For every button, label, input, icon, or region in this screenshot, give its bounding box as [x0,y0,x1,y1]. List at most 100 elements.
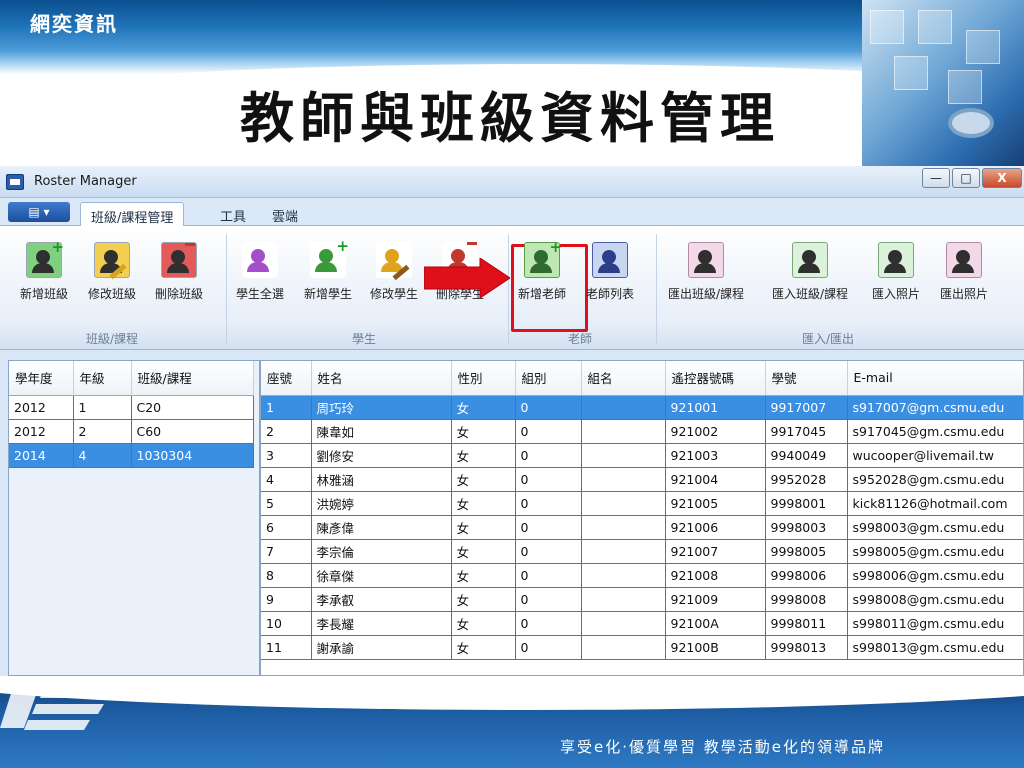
table-cell [581,467,666,492]
add-student-button[interactable]: + 新增學生 [304,237,352,302]
select-all-students-icon [242,242,278,278]
table-row[interactable]: 5 洪婉婷女 0 921005 9998001 kick81126@hotmail.com [261,491,1023,516]
column-header[interactable]: 性別 [451,361,516,396]
edit-class-button[interactable]: 修改班級 [88,242,136,302]
table-cell: s917007@gm.csmu.edu [847,395,1023,420]
column-header[interactable]: 遙控器號碼 [665,361,766,396]
tab-cloud[interactable]: 雲端 [262,202,308,226]
table-row[interactable]: 3 劉修安女 0 921003 9940049 wucooper@livemail.tw [261,443,1023,468]
edit-student-button[interactable]: 修改學生 [370,242,418,302]
app-menu-button[interactable]: ▤ ▾ [8,202,70,222]
table-row-selected[interactable]: 1 周巧玲女 0 921001 9917007 s917007@gm.csmu.edu [261,395,1023,420]
group-label-students: 學生 [352,332,377,346]
teacher-list-icon [592,242,628,278]
table-cell [581,515,666,540]
table-cell: 9940049 [765,443,848,468]
table-cell: 女 [451,395,516,420]
ribbon-toolbar: + 新增班級 修改班級 刪除班級 班級/課程 學生全選 + 新增學生 修改學生 … [0,226,1024,350]
window-title: Roster Manager [34,174,137,189]
table-cell: 10 [261,611,312,636]
table-row[interactable]: 7 李宗倫女 0 921007 9998005 s998005@gm.csmu.edu [261,539,1023,564]
column-header[interactable]: 年級 [73,361,132,396]
table-cell: 洪婉婷 [311,491,452,516]
table-cell [581,635,666,660]
column-header[interactable]: 姓名 [311,361,452,396]
table-cell: s998011@gm.csmu.edu [847,611,1023,636]
table-cell: 921006 [665,515,766,540]
table-row-selected[interactable]: 2014 4 1030304 [9,443,254,468]
table-cell: s998003@gm.csmu.edu [847,515,1023,540]
table-cell: 林雅涵 [311,467,452,492]
table-cell: 2014 [9,443,74,468]
import-photo-button[interactable]: 匯入照片 [872,242,920,302]
table-cell: 3 [261,443,312,468]
table-cell: 9998003 [765,515,848,540]
column-header[interactable]: 組名 [581,361,666,396]
column-header[interactable]: 座號 [261,361,312,396]
table-cell: 女 [451,563,516,588]
table-cell: 2012 [9,395,74,420]
import-class-button[interactable]: 匯入班級/課程 [772,242,848,302]
import-class-icon [792,242,829,278]
delete-class-icon [161,242,197,278]
table-row[interactable]: 2 陳韋如女 0 921002 9917045 s917045@gm.csmu.edu [261,419,1023,444]
add-class-icon: + [26,238,64,278]
column-header[interactable]: 組別 [515,361,582,396]
add-student-icon: + [310,237,349,278]
roster-manager-window: Roster Manager — □ X ▤ ▾ 班級/課程管理 工具 雲端 +… [0,166,1024,676]
column-header[interactable]: 學號 [765,361,848,396]
table-cell [581,587,666,612]
table-row[interactable]: 10 李長耀女 0 92100A 9998011 s998011@gm.csmu.edu [261,611,1023,636]
edit-student-icon [376,242,412,281]
table-cell: 李宗倫 [311,539,452,564]
table-cell: 0 [515,611,582,636]
teacher-list-button[interactable]: 老師列表 [586,242,634,302]
table-cell: 9998011 [765,611,848,636]
window-titlebar[interactable]: Roster Manager — □ X [0,166,1024,198]
table-cell: 0 [515,395,582,420]
banner-swoosh [0,676,1024,710]
table-cell: 陳彥偉 [311,515,452,540]
table-row[interactable]: 8 徐章傑女 0 921008 9998006 s998006@gm.csmu.edu [261,563,1023,588]
table-cell: 9998013 [765,635,848,660]
tab-tools[interactable]: 工具 [210,202,256,226]
table-cell: 921009 [665,587,766,612]
table-cell: s998005@gm.csmu.edu [847,539,1023,564]
table-cell: 9917007 [765,395,848,420]
column-header[interactable]: 學年度 [9,361,74,396]
table-row[interactable]: 6 陳彥偉女 0 921006 9998003 s998003@gm.csmu.edu [261,515,1023,540]
table-cell: C20 [131,395,254,420]
table-row[interactable]: 2012 1 C20 [9,395,254,420]
table-row[interactable]: 11 謝承諭女 0 92100B 9998013 s998013@gm.csmu.edu [261,635,1023,660]
table-cell [581,563,666,588]
table-cell: s952028@gm.csmu.edu [847,467,1023,492]
table-row[interactable]: 2012 2 C60 [9,419,254,444]
tab-class-course[interactable]: 班級/課程管理 [80,202,185,226]
table-row[interactable]: 4 林雅涵女 0 921004 9952028 s952028@gm.csmu.edu [261,467,1023,492]
class-table: 學年度 年級 班級/課程 2012 1 C20 2012 2 C60 2014 … [9,361,254,468]
table-cell: s917045@gm.csmu.edu [847,419,1023,444]
table-cell: s998008@gm.csmu.edu [847,587,1023,612]
table-cell [581,395,666,420]
group-label-teachers: 老師 [568,332,593,346]
export-class-button[interactable]: 匯出班級/課程 [668,242,744,302]
export-class-icon [688,242,725,278]
table-row[interactable]: 9 李承叡女 0 921009 9998008 s998008@gm.csmu.edu [261,587,1023,612]
maximize-button[interactable]: □ [952,168,980,188]
column-header[interactable]: E-mail [847,361,1023,396]
table-cell [581,491,666,516]
export-photo-button[interactable]: 匯出照片 [940,242,988,302]
table-cell: 1 [73,395,132,420]
select-all-students-button[interactable]: 學生全選 [236,242,284,302]
close-button[interactable]: X [982,168,1022,188]
minimize-button[interactable]: — [922,168,950,188]
table-cell: 0 [515,539,582,564]
add-class-button[interactable]: + 新增班級 [20,238,68,302]
add-teacher-button[interactable]: + 新增老師 [518,238,566,302]
table-cell: 921008 [665,563,766,588]
slide-bottom-banner: 享受e化‧優質學習 教學活動e化的領導品牌 [0,676,1024,768]
delete-class-button[interactable]: 刪除班級 [155,242,203,302]
table-cell: C60 [131,419,254,444]
column-header[interactable]: 班級/課程 [131,361,254,396]
table-cell: 11 [261,635,312,660]
